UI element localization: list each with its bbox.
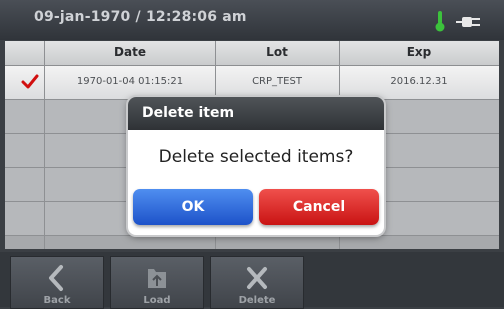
bottom-toolbar: Back Load Delete <box>0 252 504 309</box>
delete-button[interactable]: Delete <box>210 256 304 309</box>
dialog-title-bar: Delete item <box>128 97 384 130</box>
cancel-button[interactable]: Cancel <box>259 189 379 225</box>
column-header-exp: Exp <box>406 45 432 59</box>
cell-lot: CRP_TEST <box>252 76 302 87</box>
screen: 09-jan-1970 / 12:28:06 am Date Lot Exp 1… <box>0 0 504 309</box>
status-bar: 09-jan-1970 / 12:28:06 am <box>0 0 504 40</box>
datetime-text: 09-jan-1970 / 12:28:06 am <box>34 9 247 25</box>
check-icon <box>21 74 39 89</box>
delete-dialog: Delete item Delete selected items? OK Ca… <box>128 97 384 235</box>
table-row[interactable]: 1970-01-04 01:15:21 CRP_TEST 2016.12.31 <box>5 66 499 100</box>
dialog-title: Delete item <box>142 105 235 121</box>
column-header-lot: Lot <box>266 45 288 59</box>
load-button[interactable]: Load <box>110 256 204 309</box>
back-label: Back <box>43 295 71 306</box>
column-header-date: Date <box>114 45 146 59</box>
load-icon <box>148 269 166 288</box>
close-x-icon <box>247 267 267 289</box>
cell-exp: 2016.12.31 <box>390 76 448 87</box>
delete-label: Delete <box>238 295 276 306</box>
dialog-message: Delete selected items? <box>158 147 354 167</box>
load-label: Load <box>143 295 171 306</box>
column-divider <box>44 41 45 249</box>
ok-button[interactable]: OK <box>133 189 253 225</box>
cell-date: 1970-01-04 01:15:21 <box>76 76 184 87</box>
plug-icon <box>456 17 480 27</box>
back-button[interactable]: Back <box>10 256 104 309</box>
table-header: Date Lot Exp <box>5 41 499 66</box>
thermometer-icon <box>435 11 445 32</box>
back-arrow-icon <box>49 265 63 291</box>
